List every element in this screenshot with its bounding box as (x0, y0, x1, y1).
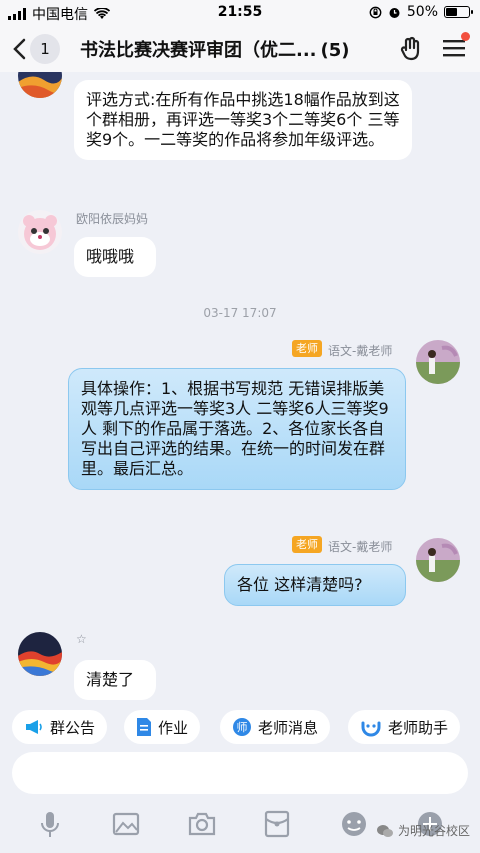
teacher-badge: 老师 (292, 536, 322, 553)
svg-text:师: 师 (237, 721, 248, 734)
quick-actions: 群公告 作业 师 老师消息 老师助手 (0, 700, 480, 752)
status-right: 50% (369, 4, 473, 20)
chat-header: 1 书法比赛决赛评审团（优二... (5) (0, 26, 480, 72)
message-input[interactable] (12, 752, 468, 794)
message-timestamp: 03-17 17:07 (203, 306, 277, 320)
chip-group-notice[interactable]: 群公告 (12, 710, 108, 744)
message-bubble[interactable]: 哦哦哦 (74, 237, 156, 277)
battery-level (446, 8, 457, 16)
sender-name: 欧阳依辰妈妈 (76, 212, 149, 226)
message-bubble[interactable]: 评选方式:在所有作品中挑选18幅作品放到这个群相册，再评选一等奖3个二等奖6个 … (74, 80, 412, 160)
avatar[interactable] (416, 538, 460, 582)
avatar[interactable] (18, 72, 62, 98)
teacher-icon: 师 (233, 718, 251, 736)
message-text: 各位 这样清楚吗? (237, 575, 363, 594)
sender-name: ☆ (76, 632, 87, 646)
sender-name: 语文-戴老师 (328, 344, 393, 358)
group-name: 书法比赛决赛评审团（优二... (80, 40, 317, 61)
menu-button[interactable] (442, 32, 470, 62)
chip-label: 群公告 (50, 718, 96, 737)
chip-label: 作业 (158, 718, 189, 737)
image-icon[interactable] (112, 810, 140, 838)
wechat-icon (376, 824, 393, 837)
sender-name: 语文-戴老师 (328, 540, 393, 554)
message-text: 具体操作：1、根据书写规范 无错误排版美观等几点评选一等奖3人 二等奖6人三等奖… (81, 379, 389, 478)
notification-dot (461, 32, 470, 41)
chip-teacher-messages[interactable]: 师 老师消息 (220, 710, 331, 744)
document-icon (137, 718, 151, 736)
unread-count-badge: 1 (30, 34, 60, 64)
chip-homework[interactable]: 作业 (124, 710, 201, 744)
megaphone-icon (26, 720, 42, 734)
chip-teacher-assistant[interactable]: 老师助手 (348, 710, 461, 744)
status-bar: 中国电信 21:55 50% (0, 0, 480, 26)
message-bubble[interactable]: 清楚了 (74, 660, 156, 700)
emoji-icon[interactable] (340, 810, 368, 838)
microphone-icon[interactable] (38, 810, 62, 840)
back-button[interactable]: 1 (12, 34, 60, 64)
camera-icon[interactable] (188, 810, 216, 838)
avatar[interactable] (416, 340, 460, 384)
teacher-badge: 老师 (292, 340, 322, 357)
alarm-icon (389, 7, 400, 18)
chevron-left-icon (13, 38, 26, 60)
orientation-lock-icon (369, 6, 382, 18)
message-bubble[interactable]: 各位 这样清楚吗? (224, 564, 406, 606)
member-count: (5) (320, 40, 350, 61)
chat-title[interactable]: 书法比赛决赛评审团（优二... (5) (80, 36, 380, 62)
watermark: 为明光谷校区 (376, 822, 470, 839)
chip-label: 老师助手 (388, 718, 449, 737)
battery-icon (444, 6, 473, 18)
assistant-icon (361, 721, 381, 737)
message-text: 评选方式:在所有作品中挑选18幅作品放到这个群相册，再评选一等奖3个二等奖6个 … (86, 90, 400, 149)
red-packet-icon[interactable] (264, 810, 290, 838)
message-text: 清楚了 (86, 670, 135, 689)
message-bubble[interactable]: 具体操作：1、根据书写规范 无错误排版美观等几点评选一等奖3人 二等奖6人三等奖… (68, 368, 406, 490)
chat-messages[interactable]: 评选方式:在所有作品中挑选18幅作品放到这个群相册，再评选一等奖3个二等奖6个 … (0, 72, 480, 700)
avatar[interactable] (18, 210, 62, 254)
message-text: 哦哦哦 (86, 247, 135, 266)
hand-gesture-icon[interactable] (400, 36, 426, 62)
hamburger-icon (443, 40, 465, 57)
battery-percent: 50% (406, 4, 438, 20)
watermark-text: 为明光谷校区 (397, 824, 470, 838)
chip-label: 老师消息 (258, 718, 319, 737)
avatar[interactable] (18, 632, 62, 676)
